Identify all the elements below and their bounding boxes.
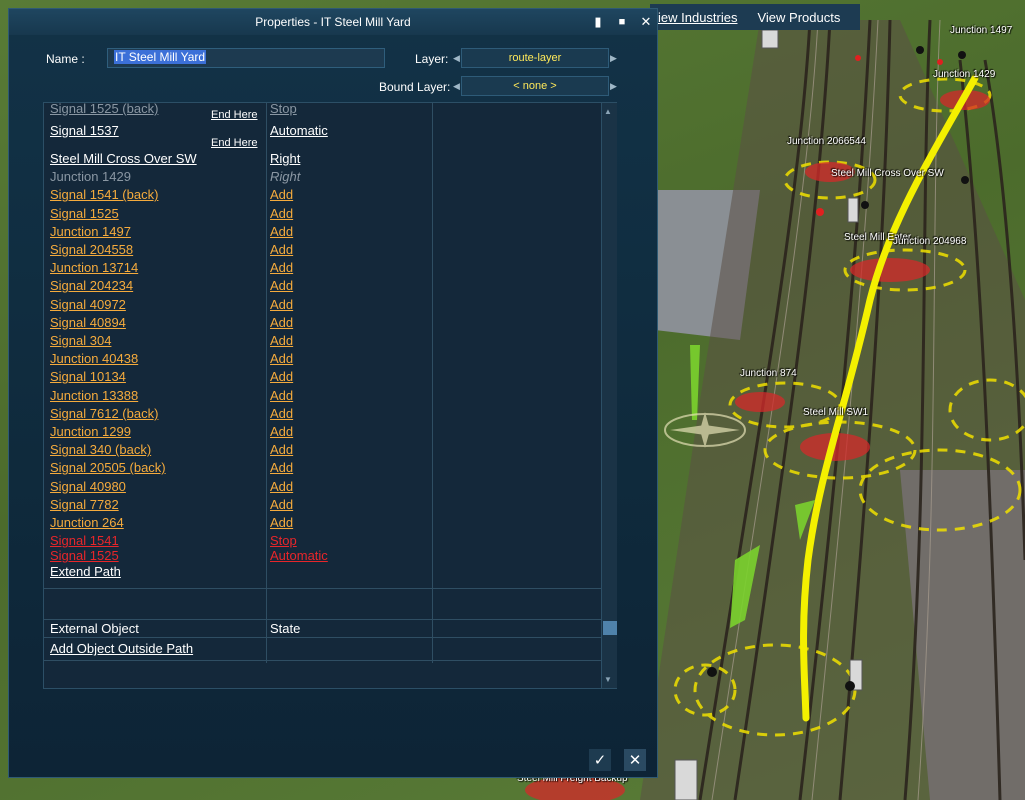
path-item-name[interactable]: Signal 7612 (back): [50, 406, 158, 421]
scene-label[interactable]: Junction 204968: [893, 236, 966, 247]
bound-layer-select[interactable]: < none >: [461, 76, 609, 96]
divider: [44, 660, 601, 661]
properties-window: Properties - IT Steel Mill Yard ▮ ■ ✕ Na…: [8, 8, 658, 778]
close-icon[interactable]: ✕: [637, 13, 655, 31]
scroll-up-icon[interactable]: ▲: [604, 107, 612, 116]
close-icon: ✕: [628, 752, 642, 769]
path-item-name[interactable]: Signal 7782: [50, 497, 119, 512]
cancel-button[interactable]: ✕: [624, 749, 646, 771]
path-item-state[interactable]: Add: [270, 278, 293, 293]
path-item-name[interactable]: Signal 20505 (back): [50, 460, 166, 475]
bound-layer-next-icon[interactable]: ▶: [610, 81, 617, 92]
layer-label: Layer:: [415, 52, 449, 66]
path-item-name[interactable]: Signal 1541 (back): [50, 187, 158, 202]
path-item-state[interactable]: Add: [270, 369, 293, 384]
path-item-name[interactable]: Junction 13388: [50, 388, 138, 403]
name-label: Name :: [46, 52, 85, 66]
bound-layer-prev-icon[interactable]: ◀: [453, 81, 460, 92]
path-item-name[interactable]: Junction 40438: [50, 351, 138, 366]
bound-layer-label: Bound Layer:: [379, 80, 451, 94]
path-item-name[interactable]: Signal 1537: [50, 123, 119, 138]
layer-prev-icon[interactable]: ◀: [453, 53, 460, 64]
path-item-state: Right: [270, 169, 301, 185]
path-item-name: Junction 1429: [50, 169, 131, 185]
path-item-state[interactable]: Automatic: [270, 123, 328, 138]
path-item-state[interactable]: Add: [270, 315, 293, 330]
check-icon: ✓: [593, 752, 607, 769]
window-title: Properties - IT Steel Mill Yard: [255, 15, 411, 29]
scrollbar[interactable]: ▲ ▼: [601, 103, 617, 688]
scroll-down-icon[interactable]: ▼: [604, 675, 612, 684]
path-item-state[interactable]: Add: [270, 442, 293, 457]
path-item-name[interactable]: Signal 40972: [50, 297, 126, 312]
view-industries-link[interactable]: iew Industries: [658, 10, 737, 25]
path-item-state[interactable]: Add: [270, 187, 293, 202]
minimize-icon[interactable]: ▮: [589, 13, 607, 31]
path-item-state[interactable]: Stop: [270, 101, 297, 116]
path-item-name[interactable]: Junction 1299: [50, 424, 131, 439]
path-item-state[interactable]: Add: [270, 351, 293, 366]
divider: [44, 588, 601, 589]
scene-label[interactable]: Steel Mill Cross Over SW: [831, 168, 944, 179]
path-table: Signal 1525 (back) Stop Signal 1537 Automat…: [43, 101, 617, 689]
path-item-state[interactable]: Add: [270, 206, 293, 221]
path-item-name[interactable]: Junction 264: [50, 515, 124, 530]
view-products-link[interactable]: View Products: [757, 10, 840, 25]
path-item-name[interactable]: Signal 340 (back): [50, 442, 151, 457]
window-titlebar[interactable]: Properties - IT Steel Mill Yard ▮ ■ ✕: [9, 9, 657, 35]
path-item-name[interactable]: Signal 1525 (back): [50, 101, 158, 116]
path-item-name[interactable]: Signal 40980: [50, 479, 126, 494]
end-here-link[interactable]: End Here: [211, 137, 257, 149]
path-item-name[interactable]: Signal 1525: [50, 206, 119, 221]
extend-path-link[interactable]: Extend Path: [50, 564, 121, 579]
path-item-state[interactable]: Add: [270, 424, 293, 439]
path-item-name[interactable]: Signal 204558: [50, 242, 133, 257]
confirm-button[interactable]: ✓: [589, 749, 611, 771]
divider: [44, 637, 601, 638]
name-input[interactable]: IT Steel Mill Yard: [107, 48, 385, 68]
path-item-state[interactable]: Automatic: [270, 548, 328, 563]
path-item-name[interactable]: Signal 40894: [50, 315, 126, 330]
external-object-header: External Object: [50, 621, 139, 636]
path-item-name[interactable]: Signal 10134: [50, 369, 126, 384]
path-item-state[interactable]: Add: [270, 388, 293, 403]
path-item-name[interactable]: Junction 13714: [50, 260, 138, 275]
scene-label[interactable]: Junction 1497: [950, 25, 1012, 36]
path-item-name[interactable]: Signal 1525: [50, 548, 119, 563]
path-item-state[interactable]: Add: [270, 515, 293, 530]
external-state-header: State: [270, 621, 301, 636]
path-item-state[interactable]: Add: [270, 242, 293, 257]
path-item-name[interactable]: Junction 1497: [50, 224, 131, 239]
layer-next-icon[interactable]: ▶: [610, 53, 617, 64]
add-object-outside-path-link[interactable]: Add Object Outside Path: [50, 641, 193, 656]
path-item-name[interactable]: Signal 1541: [50, 533, 119, 548]
scene-label[interactable]: Steel Mill SW1: [803, 407, 868, 418]
path-item-state[interactable]: Add: [270, 497, 293, 512]
path-item-state[interactable]: Add: [270, 297, 293, 312]
column-divider: [266, 103, 267, 663]
path-item-name[interactable]: Signal 304: [50, 333, 111, 348]
scroll-thumb[interactable]: [603, 621, 617, 635]
layer-select[interactable]: route-layer: [461, 48, 609, 68]
end-here-link[interactable]: End Here: [211, 109, 257, 121]
path-item-state[interactable]: Right: [270, 151, 300, 166]
path-item-state[interactable]: Add: [270, 260, 293, 275]
path-item-state[interactable]: Stop: [270, 533, 297, 548]
scene-label[interactable]: Junction 1429: [933, 69, 995, 80]
path-item-state[interactable]: Add: [270, 224, 293, 239]
path-item-state[interactable]: Add: [270, 479, 293, 494]
path-item-state[interactable]: Add: [270, 406, 293, 421]
top-menu-bar: iew Industries View Products: [650, 4, 860, 30]
scene-label[interactable]: Junction 874: [740, 368, 797, 379]
name-value: IT Steel Mill Yard: [114, 50, 207, 64]
maximize-icon[interactable]: ■: [613, 13, 631, 31]
path-item-name[interactable]: Signal 204234: [50, 278, 133, 293]
path-item-name[interactable]: Steel Mill Cross Over SW: [50, 151, 197, 166]
path-item-state[interactable]: Add: [270, 460, 293, 475]
divider: [44, 619, 601, 620]
scene-label[interactable]: Junction 2066544: [787, 136, 866, 147]
column-divider: [432, 103, 433, 663]
path-item-state[interactable]: Add: [270, 333, 293, 348]
